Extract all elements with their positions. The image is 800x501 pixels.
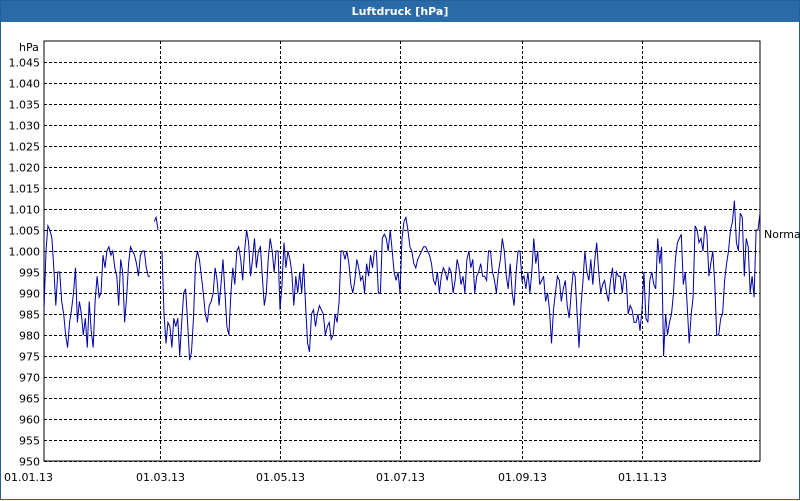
series-line-segment xyxy=(161,200,761,361)
y-tick-label: 1.020 xyxy=(9,162,41,175)
y-tick-label: 985 xyxy=(19,309,40,322)
x-tick-label: 01.05.13 xyxy=(256,471,305,484)
series-line-segment xyxy=(153,215,159,231)
y-tick-label: 950 xyxy=(19,456,40,469)
series-line-segment xyxy=(43,223,151,348)
y-tick-label: 1.000 xyxy=(9,246,41,259)
y-tick-label: 970 xyxy=(19,372,40,385)
x-tick-label: 01.01.13 xyxy=(4,471,53,484)
y-tick-label: 995 xyxy=(19,267,40,280)
x-tick-label: 01.11.13 xyxy=(618,471,667,484)
line-chart: 950 955 960 965 970 975 980 985 990 995 1.000 1.005… xyxy=(4,40,800,484)
y-axis-unit-label: hPa xyxy=(19,41,39,54)
y-tick-label: 975 xyxy=(19,351,40,364)
y-tick-label: 1.010 xyxy=(9,204,41,217)
y-tick-label: 990 xyxy=(19,288,40,301)
y-tick-label: 1.025 xyxy=(9,141,41,154)
y-tick-label: 1.015 xyxy=(9,183,41,196)
y-axis-ticks: 950 955 960 965 970 975 980 985 990 995 1.000 1.005… xyxy=(9,57,41,469)
y-tick-label: 1.035 xyxy=(9,99,41,112)
pressure-series xyxy=(43,200,761,361)
x-tick-label: 01.03.13 xyxy=(136,471,185,484)
y-tick-label: 1.040 xyxy=(9,78,41,91)
x-tick-label: 01.07.13 xyxy=(376,471,425,484)
y-tick-label: 965 xyxy=(19,393,40,406)
y-tick-label: 980 xyxy=(19,330,40,343)
normal-reference-label: Normal xyxy=(764,228,800,241)
y-tick-label: 1.005 xyxy=(9,225,41,238)
x-tick-label: 01.09.13 xyxy=(498,471,547,484)
chart-window: Luftdruck [hPa] 950 955 960 965 970 975 980 985… xyxy=(0,0,800,500)
y-tick-label: 960 xyxy=(19,414,40,427)
y-tick-label: 955 xyxy=(19,435,40,448)
y-tick-label: 1.030 xyxy=(9,120,41,133)
x-axis-ticks: 01.01.13 01.03.13 01.05.13 01.07.13 01.09.13… xyxy=(4,471,667,484)
y-tick-label: 1.045 xyxy=(9,57,41,70)
